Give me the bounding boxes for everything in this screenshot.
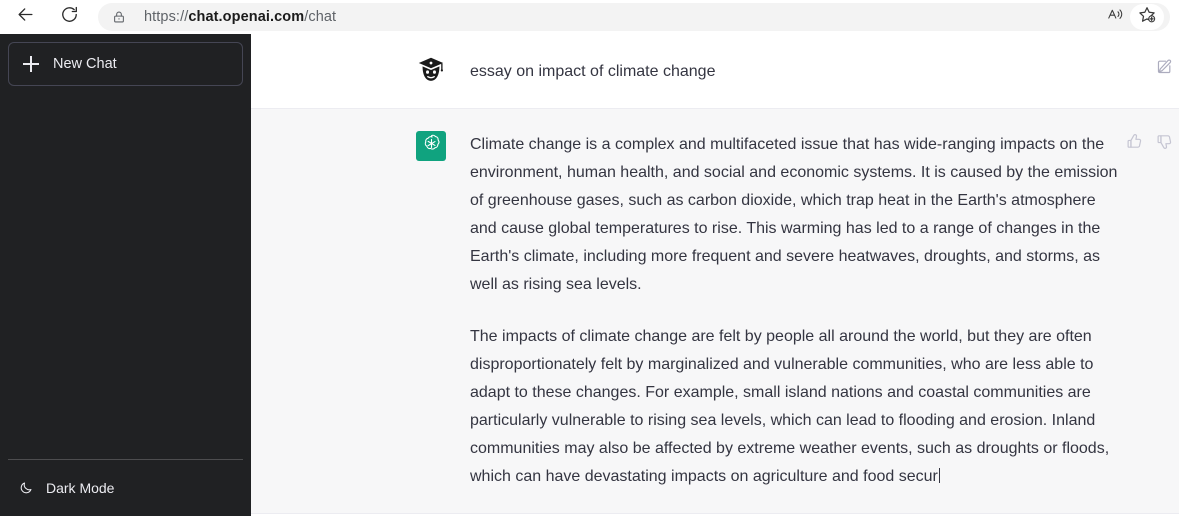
back-arrow-icon [16, 5, 35, 29]
streaming-caret [938, 468, 941, 483]
url-path: /chat [304, 9, 337, 25]
chat-thread: essay on impact of climate change Climat… [251, 34, 1179, 516]
graduation-cap-avatar [416, 56, 446, 86]
page-content: New Chat Dark Mode essay on impact of cl… [0, 34, 1179, 516]
assistant-row-actions [1121, 131, 1177, 157]
user-message-row: essay on impact of climate change [251, 34, 1179, 108]
assistant-paragraph-text: The impacts of climate change are felt b… [470, 328, 1110, 485]
user-message-body: essay on impact of climate change [470, 56, 1159, 86]
address-bar-url: https://chat.openai.com/chat [144, 9, 336, 25]
assistant-message-body: Climate change is a complex and multifac… [470, 131, 1159, 491]
address-bar-actions [1100, 3, 1164, 31]
avatar [416, 131, 446, 161]
sidebar-item-dark-mode-label: Dark Mode [46, 480, 115, 496]
back-button[interactable] [10, 2, 40, 32]
read-aloud-button[interactable] [1100, 4, 1130, 30]
add-favorite-button[interactable] [1130, 4, 1164, 30]
browser-window: https://chat.openai.com/chat New Chat Da… [0, 0, 1179, 516]
browser-toolbar: https://chat.openai.com/chat [0, 0, 1179, 34]
openai-logo-icon [421, 133, 442, 159]
sidebar-item-dark-mode[interactable]: Dark Mode [8, 468, 243, 508]
conversation-list [8, 86, 243, 459]
thumbs-down-button[interactable] [1151, 131, 1177, 157]
lock-icon [110, 8, 128, 26]
edit-message-button[interactable] [1151, 56, 1177, 82]
assistant-message-inner: Climate change is a complex and multifac… [251, 131, 1179, 491]
assistant-paragraph: Climate change is a complex and multifac… [470, 136, 1118, 293]
user-row-actions [1151, 56, 1177, 82]
reload-button[interactable] [54, 2, 84, 32]
assistant-message-row: Climate change is a complex and multifac… [251, 108, 1179, 514]
plus-icon [23, 56, 39, 72]
reload-icon [60, 5, 79, 29]
address-bar[interactable]: https://chat.openai.com/chat [98, 3, 1170, 31]
sidebar-footer: Dark Mode [8, 459, 243, 508]
thumbs-down-icon [1156, 133, 1173, 155]
sidebar: New Chat Dark Mode [0, 34, 251, 516]
new-chat-button[interactable]: New Chat [8, 42, 243, 86]
user-message-inner: essay on impact of climate change [251, 56, 1179, 86]
read-aloud-icon [1106, 6, 1125, 28]
thumbs-up-icon [1126, 133, 1143, 155]
new-chat-label: New Chat [53, 56, 117, 72]
assistant-paragraph: The impacts of climate change are felt b… [470, 323, 1120, 491]
moon-icon [18, 480, 34, 496]
url-host: chat.openai.com [188, 9, 305, 25]
user-prompt-text: essay on impact of climate change [470, 63, 716, 80]
edit-pencil-icon [1156, 58, 1173, 80]
add-favorite-star-icon [1137, 5, 1157, 30]
url-scheme: https:// [144, 9, 189, 25]
thumbs-up-button[interactable] [1121, 131, 1147, 157]
avatar [416, 56, 446, 86]
